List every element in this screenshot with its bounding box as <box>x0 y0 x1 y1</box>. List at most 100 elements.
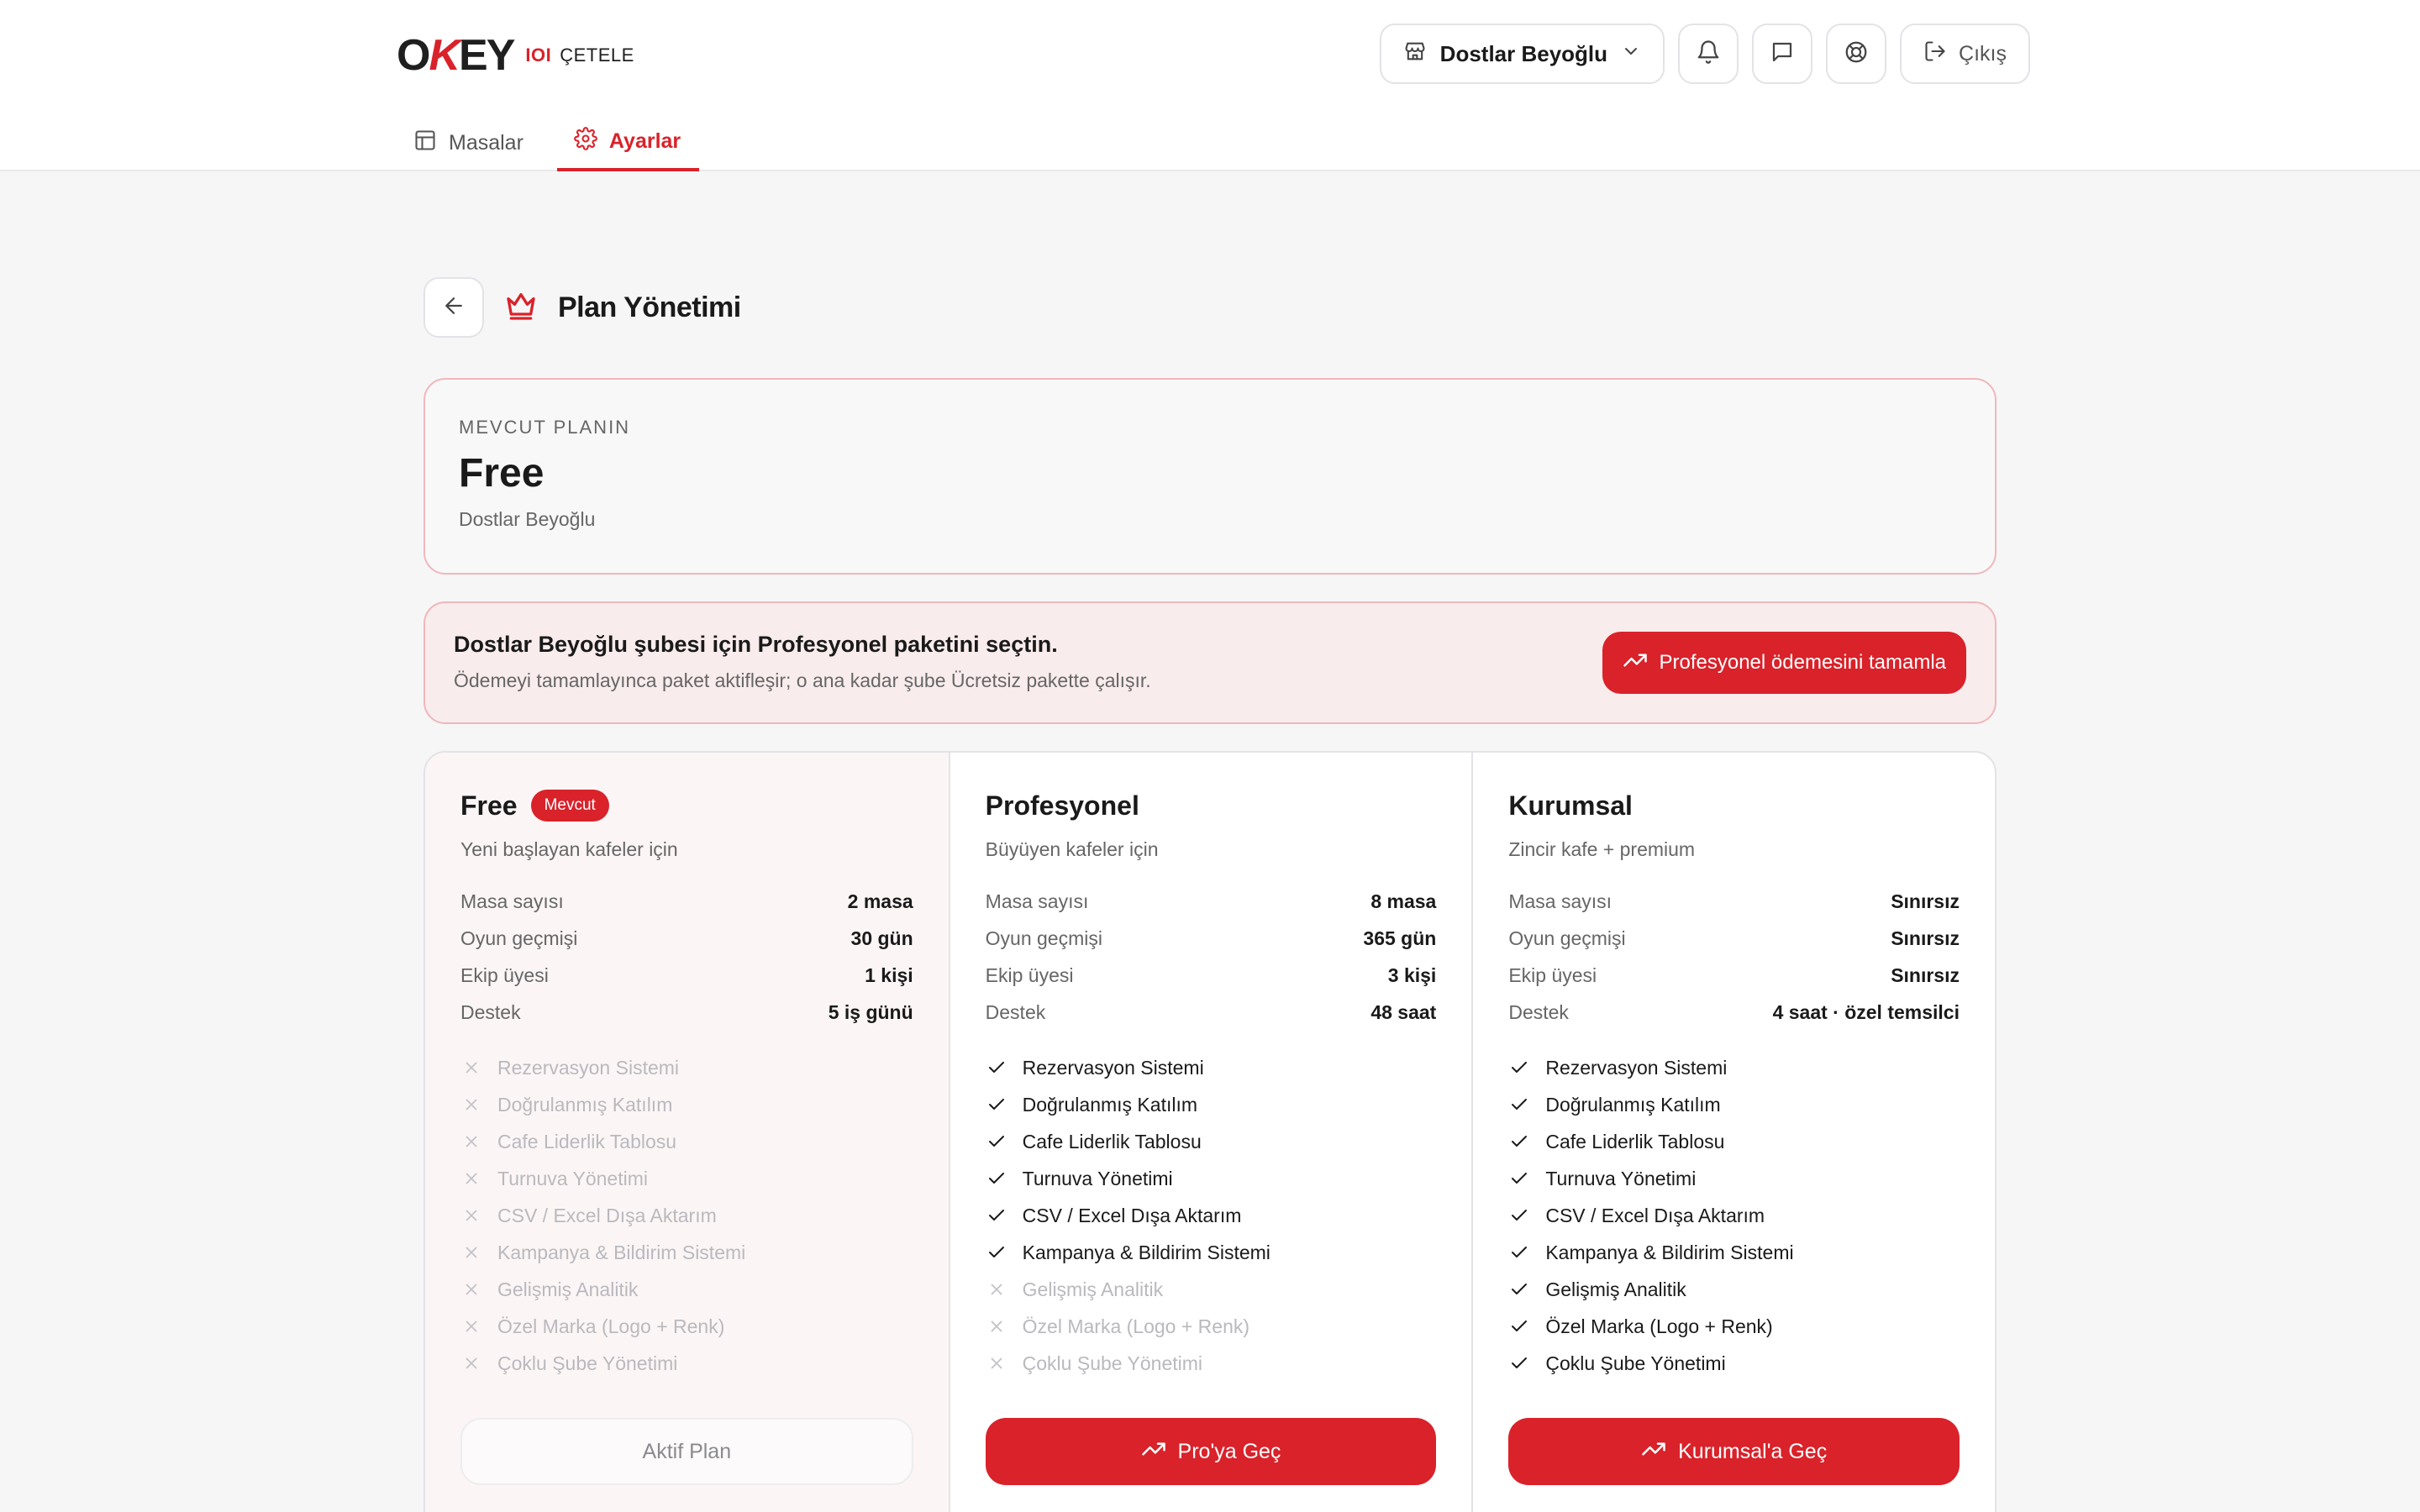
feature-item: Özel Marka (Logo + Renk) <box>1508 1308 1960 1345</box>
store-icon <box>1403 39 1427 69</box>
back-button[interactable] <box>424 277 484 338</box>
page-title-row: Plan Yönetimi <box>424 277 741 338</box>
plan-header: Kurumsal <box>1508 786 1960 825</box>
x-icon <box>460 1278 482 1300</box>
current-plan-badge: Mevcut <box>530 790 609 822</box>
check-icon <box>1508 1242 1530 1263</box>
spec-row: Masa sayısı Sınırsız <box>1508 883 1960 920</box>
plan-name: Free <box>460 790 518 821</box>
spec-value: Sınırsız <box>1891 890 1960 912</box>
logo-letter-o: O <box>397 31 430 80</box>
feature-item: Kampanya & Bildirim Sistemi <box>460 1234 913 1271</box>
x-icon <box>986 1352 1007 1374</box>
okey-cetele-logo[interactable]: O K EY IOI ÇETELE <box>397 30 634 81</box>
feature-item: Cafe Liderlik Tablosu <box>1508 1123 1960 1160</box>
feature-item: Rezervasyon Sistemi <box>1508 1049 1960 1086</box>
spec-row: Destek 48 saat <box>986 994 1437 1031</box>
spec-label: Ekip üyesi <box>985 963 1074 986</box>
feature-label: Kampanya & Bildirim Sistemi <box>1022 1241 1270 1263</box>
plan-header: Profesyonel <box>986 786 1437 825</box>
page-title: Plan Yönetimi <box>558 291 741 323</box>
check-icon <box>986 1094 1007 1116</box>
feature-item: Gelişmiş Analitik <box>1508 1271 1960 1308</box>
branch-select-label: Dostlar Beyoğlu <box>1439 40 1608 66</box>
x-icon <box>460 1242 482 1263</box>
spec-label: Ekip üyesi <box>1508 963 1597 986</box>
feature-item: Turnuva Yönetimi <box>1508 1160 1960 1197</box>
upgrade-enterprise-button[interactable]: Kurumsal'a Geç <box>1508 1418 1960 1485</box>
spec-label: Masa sayısı <box>985 890 1089 912</box>
plan-description: Yeni başlayan kafeler için <box>460 838 678 860</box>
messages-button[interactable] <box>1752 24 1813 84</box>
check-icon <box>986 1131 1007 1152</box>
complete-payment-button[interactable]: Profesyonel ödemesini tamamla <box>1602 632 1966 694</box>
x-icon <box>460 1205 482 1226</box>
plan-specs: Masa sayısı Sınırsız Oyun geçmişi Sınırsız E… <box>1508 883 1960 1031</box>
spec-value: 5 iş günü <box>828 1000 913 1023</box>
plan-specs: Masa sayısı 2 masa Oyun geçmişi 30 gün Ekip … <box>460 883 913 1031</box>
feature-label: Çoklu Şube Yönetimi <box>1545 1352 1726 1374</box>
current-plan-label: MEVCUT PLANIN <box>459 417 631 438</box>
x-icon <box>460 1057 482 1079</box>
current-plan-card: MEVCUT PLANIN Free Dostlar Beyoğlu <box>424 378 1996 575</box>
feature-item: Cafe Liderlik Tablosu <box>460 1123 913 1160</box>
header-actions: Dostlar Beyoğlu Çıkış <box>1379 24 2030 84</box>
check-icon <box>1508 1278 1530 1300</box>
spec-label: Oyun geçmişi <box>1508 927 1626 949</box>
spec-value: 4 saat · özel temsilci <box>1772 1000 1960 1023</box>
feature-label: CSV / Excel Dışa Aktarım <box>497 1204 717 1226</box>
feature-label: Cafe Liderlik Tablosu <box>1545 1130 1725 1152</box>
spec-row: Oyun geçmişi Sınırsız <box>1508 920 1960 957</box>
feature-label: Çoklu Şube Yönetimi <box>497 1352 678 1374</box>
plan-name: Profesyonel <box>985 790 1139 821</box>
plan-features: Rezervasyon Sistemi Doğrulanmış Katılım Ca… <box>986 1049 1437 1382</box>
plan-description: Zincir kafe + premium <box>1508 838 1696 860</box>
tab-ayarlar[interactable]: Ayarlar <box>556 114 700 171</box>
feature-label: Cafe Liderlik Tablosu <box>1022 1130 1202 1152</box>
crown-icon <box>504 289 538 327</box>
spec-label: Destek <box>1508 1000 1569 1023</box>
plan-card-kurumsal: Kurumsal Zincir kafe + premium Masa sayısı… <box>1471 753 1995 1512</box>
feature-label: Gelişmiş Analitik <box>1545 1278 1686 1300</box>
check-icon <box>986 1168 1007 1189</box>
plan-card-free: Free Mevcut Yeni başlayan kafeler için Masa… <box>425 753 949 1512</box>
feature-item: CSV / Excel Dışa Aktarım <box>986 1197 1437 1234</box>
gear-icon <box>574 126 597 156</box>
feature-label: Rezervasyon Sistemi <box>1022 1056 1204 1079</box>
feature-item: Özel Marka (Logo + Renk) <box>460 1308 913 1345</box>
plan-comparison: Free Mevcut Yeni başlayan kafeler için Masa… <box>424 751 1996 1512</box>
spec-value: 48 saat <box>1370 1000 1437 1023</box>
plan-description: Büyüyen kafeler için <box>985 838 1159 860</box>
plan-header: Free Mevcut <box>460 786 913 825</box>
feature-label: Doğrulanmış Katılım <box>1022 1093 1198 1116</box>
x-icon <box>460 1094 482 1116</box>
logout-label: Çıkış <box>1959 41 2007 66</box>
branch-select[interactable]: Dostlar Beyoğlu <box>1379 24 1665 84</box>
x-icon <box>460 1168 482 1189</box>
feature-label: CSV / Excel Dışa Aktarım <box>1545 1204 1765 1226</box>
active-plan-button: Aktif Plan <box>460 1418 913 1485</box>
spec-value: 8 masa <box>1370 890 1437 912</box>
tab-label: Ayarlar <box>608 129 681 153</box>
check-icon <box>1508 1131 1530 1152</box>
feature-label: Özel Marka (Logo + Renk) <box>497 1315 725 1337</box>
feature-item: CSV / Excel Dışa Aktarım <box>1508 1197 1960 1234</box>
logout-button[interactable]: Çıkış <box>1900 24 2030 84</box>
notifications-button[interactable] <box>1678 24 1739 84</box>
message-icon <box>1770 39 1795 69</box>
logo-letters-ey: EY <box>459 31 515 80</box>
feature-label: Turnuva Yönetimi <box>1545 1167 1697 1189</box>
upgrade-pro-button[interactable]: Pro'ya Geç <box>985 1418 1437 1485</box>
plan-button-label: Aktif Plan <box>642 1439 732 1463</box>
spec-label: Destek <box>460 1000 521 1023</box>
support-button[interactable] <box>1826 24 1887 84</box>
trending-up-icon <box>1141 1436 1166 1467</box>
support-icon <box>1844 39 1869 69</box>
pending-payment-notice: Dostlar Beyoğlu şubesi için Profesyonel … <box>424 601 1996 724</box>
feature-item: Doğrulanmış Katılım <box>460 1086 913 1123</box>
spec-label: Ekip üyesi <box>460 963 549 986</box>
spec-label: Masa sayısı <box>460 890 564 912</box>
logo-cetele: ÇETELE <box>560 45 634 66</box>
tab-masalar[interactable]: Masalar <box>397 114 542 171</box>
feature-label: Turnuva Yönetimi <box>497 1167 648 1189</box>
